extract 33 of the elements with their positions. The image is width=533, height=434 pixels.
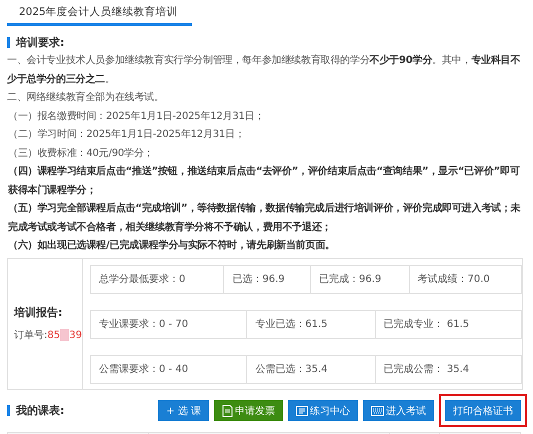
requirement-text: （六）如出现已选课程/已完成课程学分与实际不符时，请先刷新当前页面。 <box>7 238 336 253</box>
action-button[interactable]: + 选 课 <box>158 400 209 421</box>
requirement-text: （四）课程学习结束后点击“推送”按钮，推送结束后点击“去评价”，评价结束后点击“查询结果”，显示“已评价”即可获得本门课程学分； <box>7 164 521 198</box>
stat-cell: 已完成专业： 61.5 <box>374 310 521 338</box>
tab[interactable]: 2025年度会计人员继续教育培训 <box>7 0 192 26</box>
stat-cell: 公需已选：35.4 <box>246 356 375 382</box>
requirement-text: （二）学习时间：2025年1月1日-2025年12月31日； <box>7 128 246 142</box>
stat-cell-text: 公需课要求：0 - 40 <box>98 362 190 377</box>
action-button[interactable]: 进入考试 <box>363 400 434 421</box>
stat-cell: 已选：96.9 <box>223 266 310 292</box>
requirement-text: （三）收费标准：40元/90学分； <box>7 146 154 160</box>
action-button[interactable]: 练习中心 <box>288 400 358 421</box>
requirement-text: （五）学习完全部课程后点击“完成培训”，等待数据传输，数据传输完成后进行培训评价，评价完成即可进入考试；未完成考试或考试不合格者，相关继续教育学分将不予确认，费用不予退还； <box>7 201 522 234</box>
order-number: 39 <box>69 330 82 340</box>
report-label: 培训报告: <box>14 305 64 320</box>
stat-cell: 专业已选：61.5 <box>246 310 375 338</box>
order-number: 85 <box>47 330 60 340</box>
action-button[interactable]: 申请发票 <box>214 400 283 421</box>
action-button[interactable]: 打印合格证书 <box>445 400 521 421</box>
stat-cell-text: 总学分最低要求：0 <box>98 272 186 287</box>
stat-cell: 已完成：96.9 <box>310 266 409 292</box>
section-heading: 培训要求: <box>16 35 64 50</box>
order-label: 订单号: <box>14 328 48 342</box>
section-heading: 我的课表: <box>16 403 64 418</box>
stat-cell-text: 专业课要求：0 - 70 <box>98 318 190 332</box>
stat-cell: 已完成公需： 35.4 <box>374 356 521 382</box>
requirement-text: （一）报名缴费时间：2025年1月1日-2025年12月31日； <box>7 110 266 124</box>
stat-cell: 考试成绩：70.0 <box>408 266 521 292</box>
document-icon <box>222 404 233 416</box>
keyboard-icon <box>371 406 384 416</box>
requirement-text: 一、会计专业技术人员参加继续教育实行学分制管理，每年参加继续教育取得的学分不少于90学分。其中，专业科目不少于总学分的三分之二。 <box>7 54 522 86</box>
requirement-text: 二、网络继续教育全部为在线考试。 <box>7 90 165 105</box>
screen-icon <box>296 406 308 416</box>
